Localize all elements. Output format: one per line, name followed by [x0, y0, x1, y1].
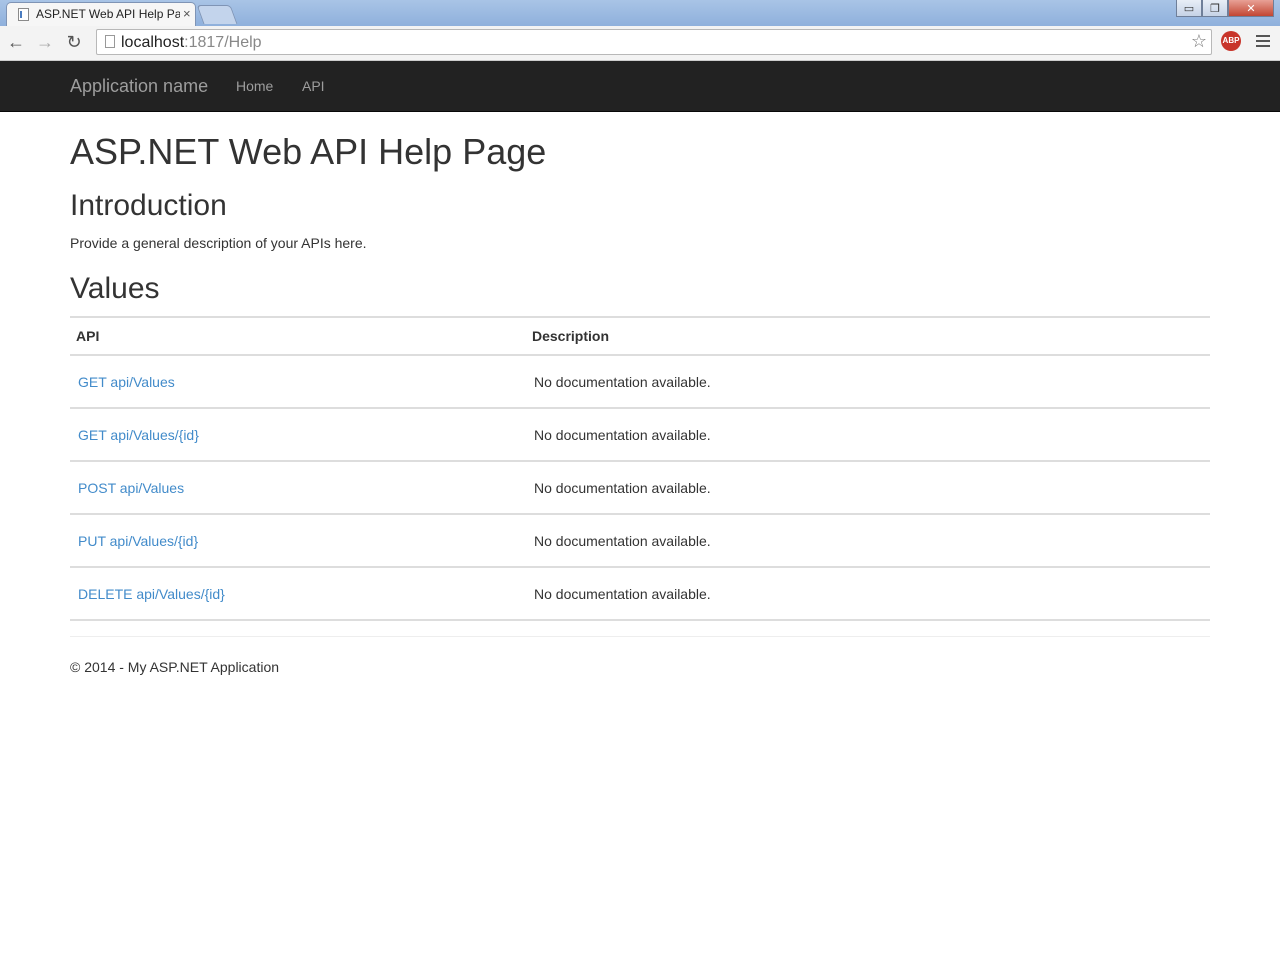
description-cell: No documentation available. — [526, 461, 1210, 515]
nav-link-home[interactable]: Home — [236, 78, 273, 94]
column-header-description: Description — [526, 316, 1210, 356]
api-cell: DELETE api/Values/{id} — [70, 567, 526, 621]
restore-button[interactable]: ❐ — [1202, 0, 1228, 17]
reload-icon[interactable]: ↻ — [64, 32, 84, 52]
minimize-button[interactable]: ▭ — [1176, 0, 1202, 17]
table-row: DELETE api/Values/{id} No documentation … — [70, 567, 1210, 621]
forward-arrow-icon[interactable]: → — [35, 32, 55, 52]
api-cell: GET api/Values/{id} — [70, 408, 526, 462]
column-header-api: API — [70, 316, 526, 356]
site-navbar: Application name Home API — [0, 61, 1280, 112]
api-link-get-values-id[interactable]: GET api/Values/{id} — [78, 427, 199, 443]
page-icon — [105, 35, 115, 48]
browser-tab[interactable]: ASP.NET Web API Help Pa × — [6, 2, 196, 26]
close-window-button[interactable]: ✕ — [1228, 0, 1274, 17]
description-cell: No documentation available. — [526, 567, 1210, 621]
new-tab-button[interactable] — [196, 5, 238, 24]
footer-divider — [70, 636, 1210, 637]
api-link-get-values[interactable]: GET api/Values — [78, 374, 175, 390]
browser-menu-icon[interactable] — [1256, 35, 1270, 49]
introduction-heading: Introduction — [70, 189, 227, 222]
description-cell: No documentation available. — [526, 408, 1210, 462]
browser-toolbar: ← → ↻ localhost:1817/Help ☆ ABP — [0, 26, 1280, 61]
table-row: PUT api/Values/{id} No documentation ava… — [70, 514, 1210, 568]
introduction-text: Provide a general description of your AP… — [70, 235, 367, 251]
address-bar[interactable]: localhost:1817/Help ☆ — [96, 29, 1212, 55]
table-row: POST api/Values No documentation availab… — [70, 461, 1210, 515]
url-host: localhost — [121, 34, 185, 51]
bookmark-star-icon[interactable]: ☆ — [1191, 31, 1207, 52]
api-cell: POST api/Values — [70, 461, 526, 515]
browser-tabstrip: ASP.NET Web API Help Pa × ▭ ❐ ✕ — [0, 0, 1280, 26]
api-cell: PUT api/Values/{id} — [70, 514, 526, 568]
url-path: :1817/Help — [184, 34, 262, 51]
description-cell: No documentation available. — [526, 514, 1210, 568]
tab-title: ASP.NET Web API Help Pa — [36, 7, 180, 21]
table-row: GET api/Values No documentation availabl… — [70, 355, 1210, 409]
brand-link[interactable]: Application name — [70, 76, 208, 97]
page-title: ASP.NET Web API Help Page — [70, 131, 547, 172]
api-link-post-values[interactable]: POST api/Values — [78, 480, 184, 496]
api-table: API Description GET api/Values No docume… — [70, 316, 1210, 621]
table-row: GET api/Values/{id} No documentation ava… — [70, 408, 1210, 462]
url-text: localhost:1817/Help — [121, 34, 262, 52]
window-controls: ▭ ❐ ✕ — [1176, 0, 1274, 18]
tab-close-icon[interactable]: × — [183, 6, 191, 22]
api-link-put-values-id[interactable]: PUT api/Values/{id} — [78, 533, 198, 549]
api-link-delete-values-id[interactable]: DELETE api/Values/{id} — [78, 586, 225, 602]
page-favicon-icon — [18, 8, 29, 21]
nav-link-api[interactable]: API — [302, 78, 325, 94]
api-cell: GET api/Values — [70, 355, 526, 409]
table-header-row: API Description — [70, 316, 1210, 356]
values-heading: Values — [70, 272, 160, 305]
footer-text: © 2014 - My ASP.NET Application — [70, 659, 280, 675]
back-arrow-icon[interactable]: ← — [6, 32, 26, 52]
adblock-extension-icon[interactable]: ABP — [1221, 31, 1241, 51]
description-cell: No documentation available. — [526, 355, 1210, 409]
